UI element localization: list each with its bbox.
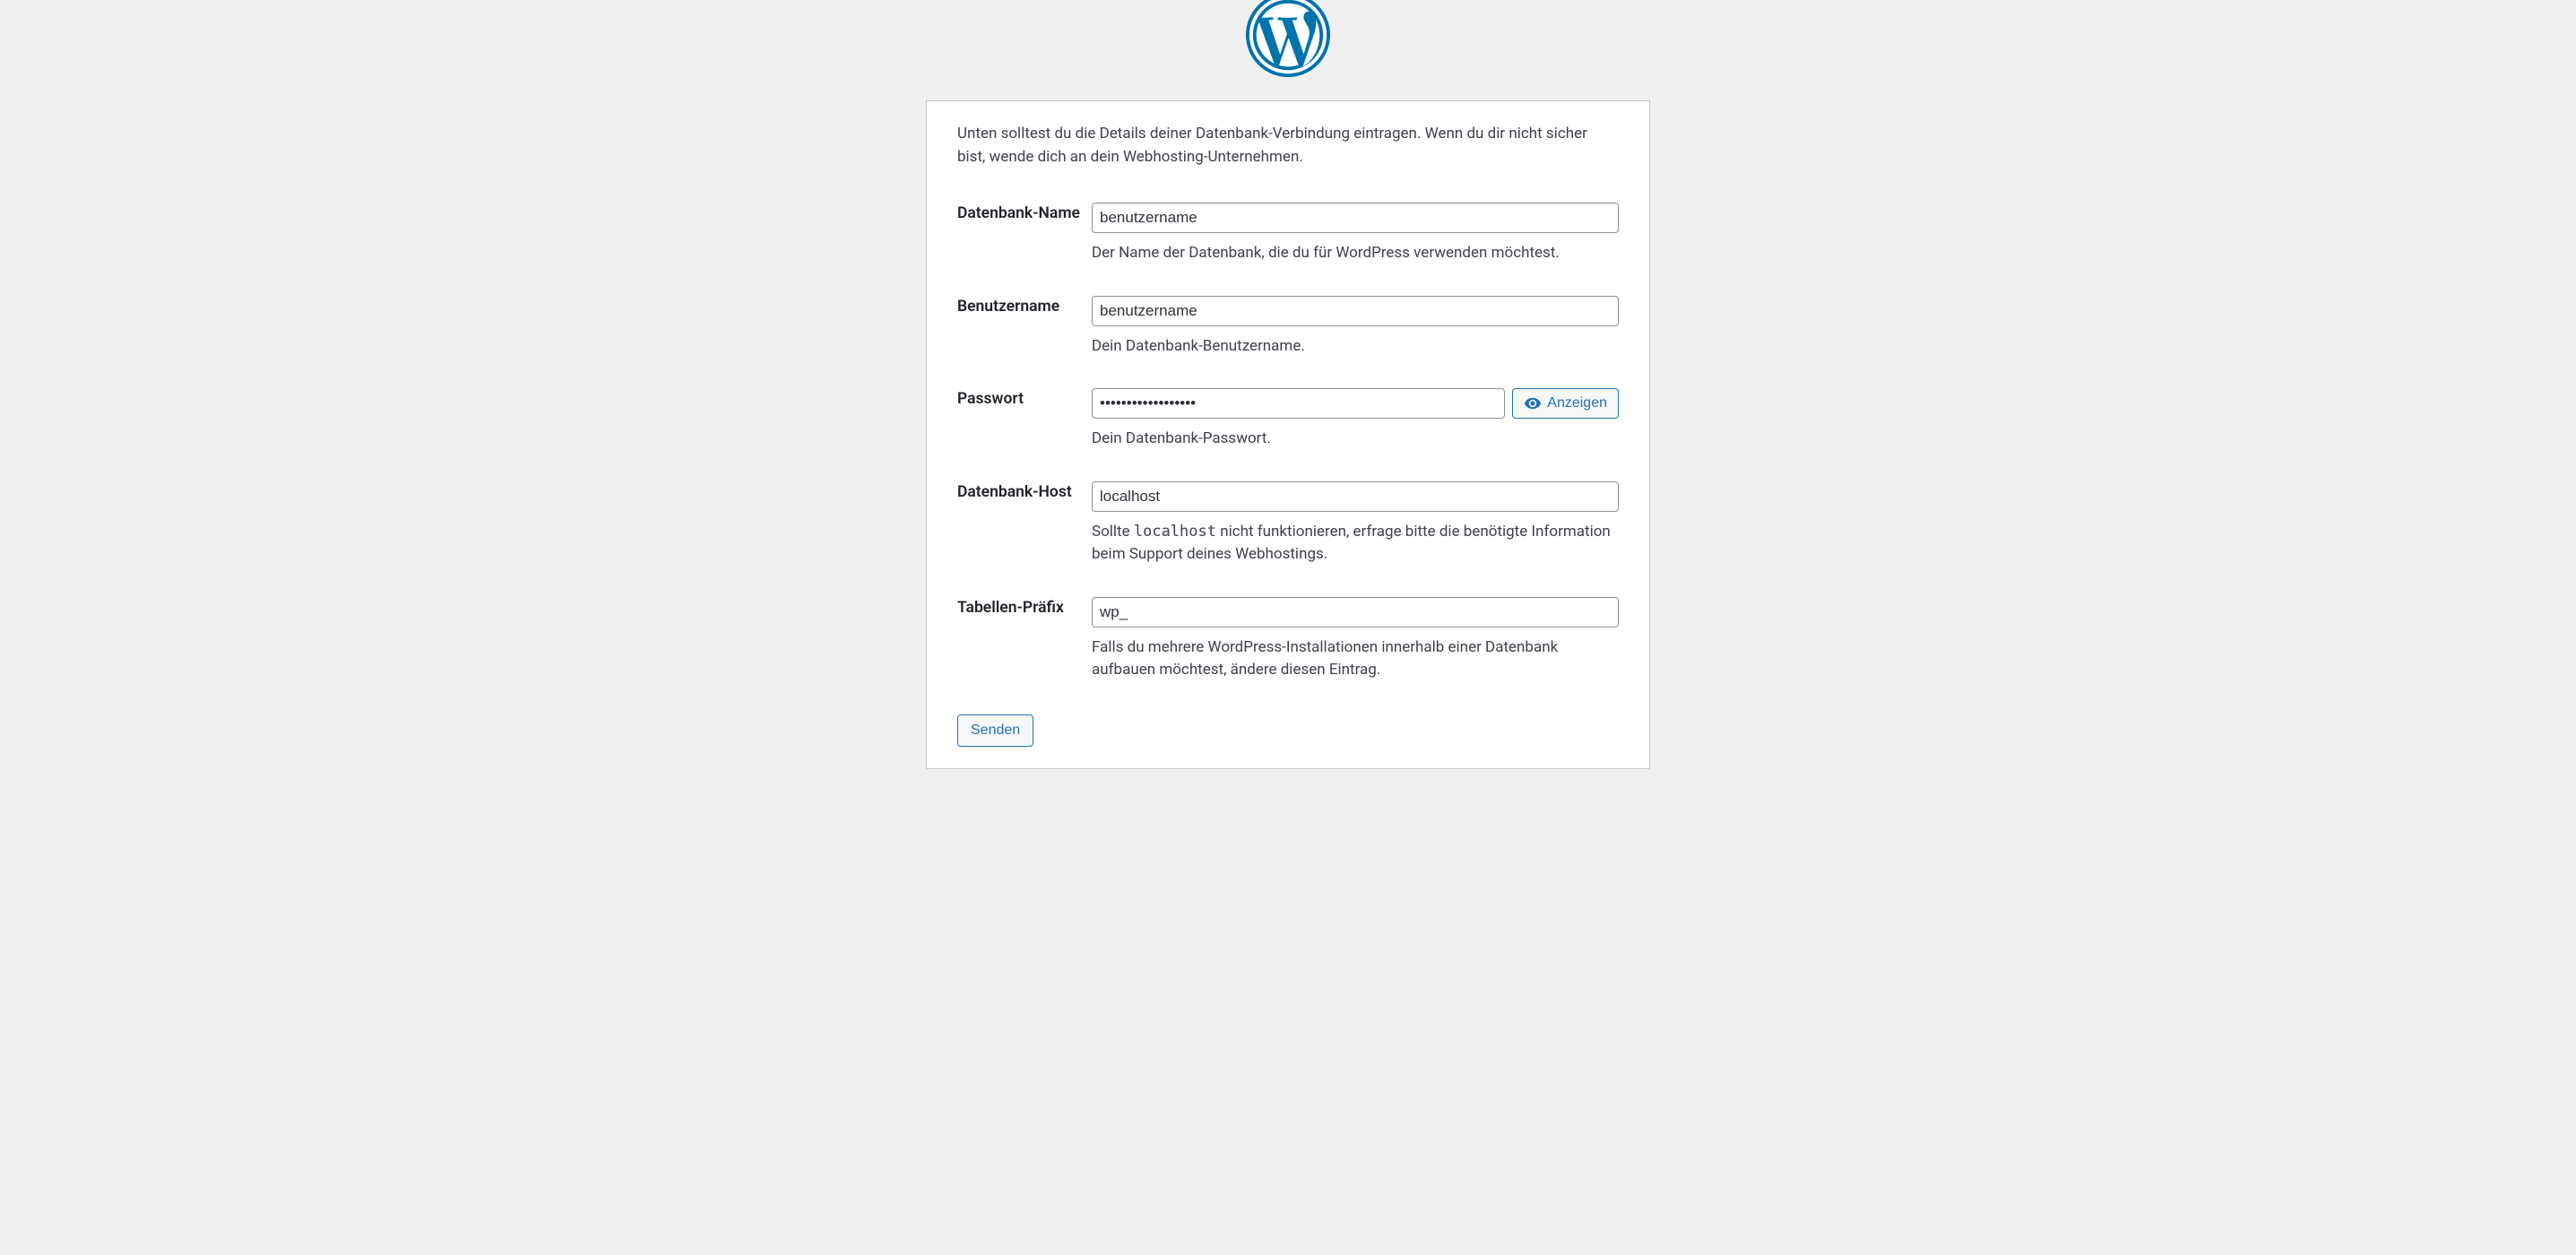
- dbname-description: Der Name der Datenbank, die du für WordP…: [1092, 242, 1619, 265]
- prefix-description: Falls du mehrere WordPress-Installatione…: [1092, 636, 1619, 682]
- username-description: Dein Datenbank-Benutzername.: [1092, 335, 1619, 359]
- prefix-input[interactable]: [1092, 597, 1619, 628]
- dbname-input[interactable]: [1092, 203, 1619, 233]
- eye-icon: [1524, 394, 1542, 412]
- wordpress-logo: [0, 0, 2576, 79]
- form-table: Datenbank-Name Der Name der Datenbank, d…: [957, 194, 1619, 704]
- show-password-label: Anzeigen: [1547, 395, 1607, 411]
- show-password-button[interactable]: Anzeigen: [1512, 388, 1619, 419]
- setup-form-container: Unten solltest du die Details deiner Dat…: [926, 100, 1650, 769]
- password-input[interactable]: [1092, 388, 1505, 419]
- username-label: Benutzername: [957, 287, 1092, 380]
- wordpress-logo-icon: [1244, 0, 1332, 79]
- password-description: Dein Datenbank-Passwort.: [1092, 428, 1619, 451]
- prefix-label: Tabellen-Präfix: [957, 588, 1092, 704]
- intro-text: Unten solltest du die Details deiner Dat…: [957, 123, 1619, 169]
- submit-button[interactable]: Senden: [957, 714, 1033, 747]
- dbname-label: Datenbank-Name: [957, 194, 1092, 287]
- dbhost-input[interactable]: [1092, 481, 1619, 512]
- username-input[interactable]: [1092, 296, 1619, 326]
- password-label: Passwort: [957, 379, 1092, 472]
- dbhost-description: Sollte localhost nicht funktionieren, er…: [1092, 521, 1619, 567]
- dbhost-label: Datenbank-Host: [957, 472, 1092, 588]
